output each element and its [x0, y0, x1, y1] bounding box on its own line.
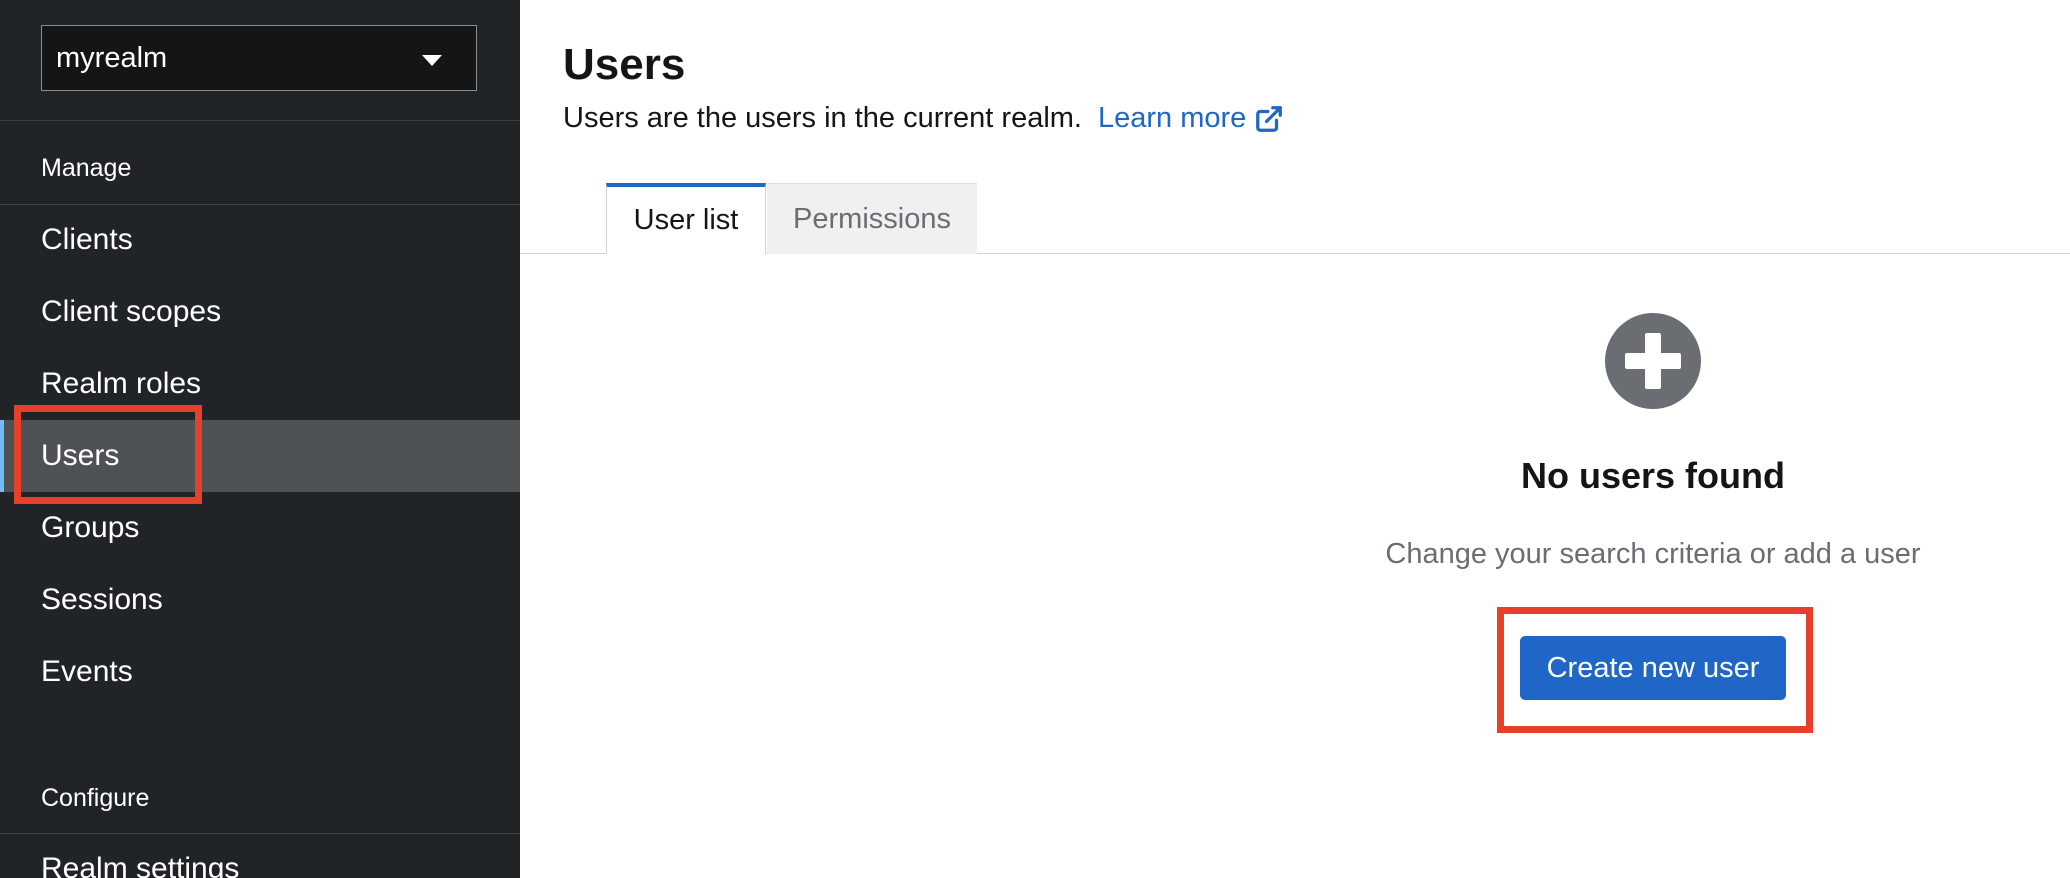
- caret-down-icon: [422, 55, 442, 66]
- sidebar-divider: [0, 120, 520, 121]
- sidebar: myrealm Manage Clients Client scopes Rea…: [0, 0, 520, 878]
- empty-state-title: No users found: [1520, 455, 1785, 496]
- section-title-manage: Manage: [41, 154, 132, 182]
- sidebar-item-label: Users: [41, 439, 120, 472]
- sidebar-item-label: Realm roles: [41, 367, 202, 400]
- plus-circle-icon: [1605, 313, 1701, 409]
- sidebar-item-realm-settings[interactable]: Realm settings: [0, 833, 520, 878]
- sidebar-item-clients[interactable]: Clients: [0, 204, 520, 276]
- sidebar-item-realm-roles[interactable]: Realm roles: [0, 348, 520, 420]
- realm-selector[interactable]: myrealm: [41, 25, 477, 91]
- sidebar-item-label: Realm settings: [41, 852, 240, 878]
- sidebar-item-label: Groups: [41, 511, 140, 544]
- sidebar-item-groups[interactable]: Groups: [0, 492, 520, 564]
- tab-label: User list: [633, 204, 739, 236]
- sidebar-item-label: Events: [41, 655, 133, 688]
- tab-user-list[interactable]: User list: [606, 183, 766, 254]
- learn-more-link[interactable]: Learn more: [1098, 102, 1284, 135]
- realm-selector-value: myrealm: [56, 41, 168, 74]
- sidebar-item-sessions[interactable]: Sessions: [0, 564, 520, 636]
- sidebar-item-events[interactable]: Events: [0, 636, 520, 708]
- sidebar-item-users[interactable]: Users: [0, 420, 520, 492]
- create-new-user-button[interactable]: Create new user: [1520, 636, 1786, 700]
- learn-more-label: Learn more: [1098, 102, 1247, 134]
- page-title: Users: [563, 40, 686, 89]
- sidebar-item-client-scopes[interactable]: Client scopes: [0, 276, 520, 348]
- tab-label: Permissions: [793, 202, 951, 235]
- sidebar-item-label: Client scopes: [41, 295, 222, 328]
- section-title-configure: Configure: [41, 784, 150, 812]
- external-link-icon: [1256, 105, 1283, 132]
- empty-state-body: Change your search criteria or add a use…: [1385, 538, 1921, 570]
- tab-permissions[interactable]: Permissions: [767, 183, 977, 254]
- sidebar-item-label: Sessions: [41, 583, 163, 616]
- page-description: Users are the users in the current realm…: [563, 102, 1082, 134]
- sidebar-item-label: Clients: [41, 223, 133, 256]
